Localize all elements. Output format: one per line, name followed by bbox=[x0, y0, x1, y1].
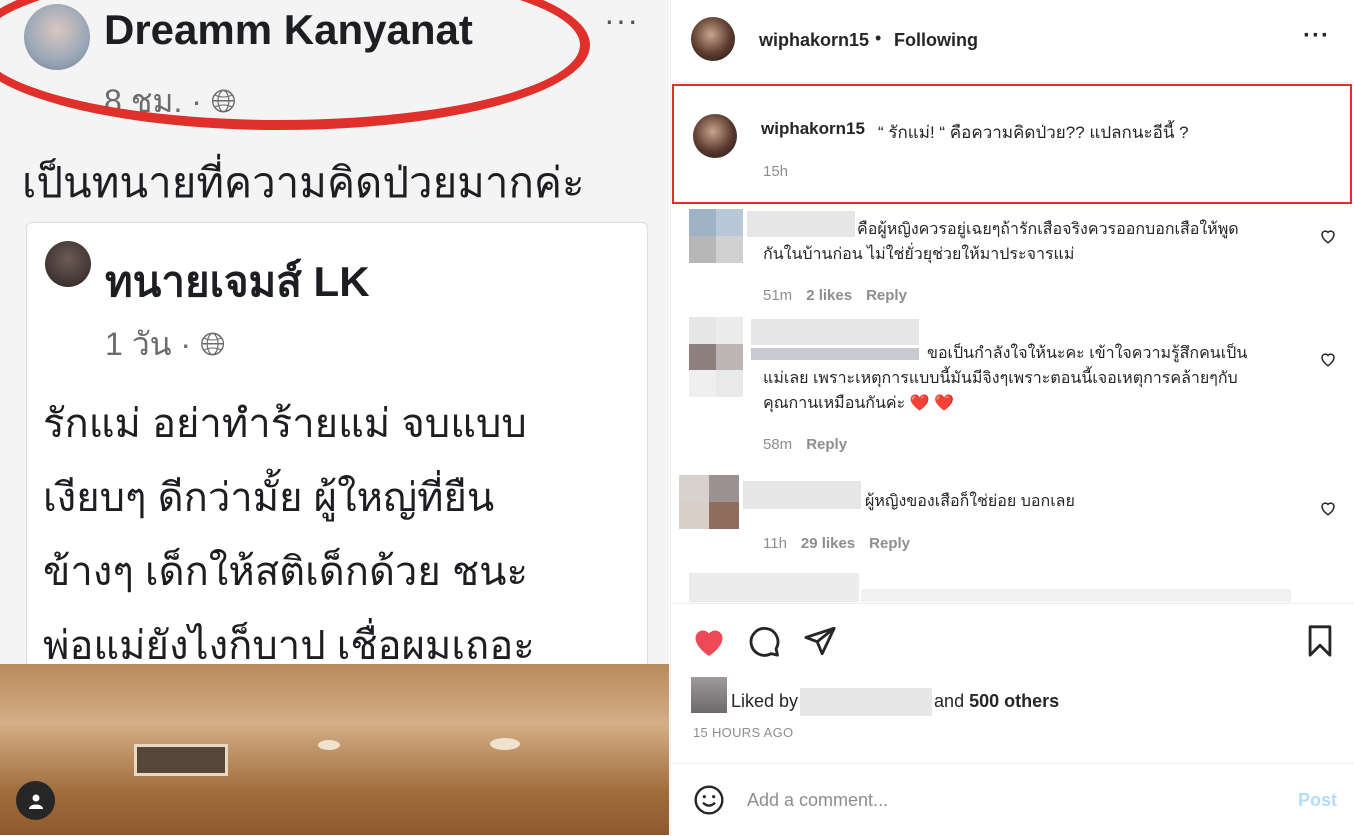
globe-icon: 🌐︎ bbox=[199, 326, 226, 362]
post-sidebar: wiphakorn15 • Following ··· wiphakorn15 … bbox=[670, 0, 1354, 835]
comment-time[interactable]: 11h bbox=[763, 535, 787, 552]
liked-by-summary: Liked by and 500 others bbox=[731, 688, 1059, 716]
caption-username[interactable]: wiphakorn15 bbox=[761, 119, 865, 139]
comment-avatar[interactable] bbox=[679, 475, 739, 529]
shared-author-avatar bbox=[45, 241, 91, 287]
emoji-icon[interactable] bbox=[693, 784, 725, 816]
post-button[interactable]: Post bbox=[1298, 790, 1337, 811]
blurred-username[interactable] bbox=[747, 211, 855, 237]
comment-avatar[interactable] bbox=[689, 317, 743, 397]
more-options-icon[interactable]: ··· bbox=[1303, 22, 1330, 50]
reply-button[interactable]: Reply bbox=[806, 436, 847, 453]
comment-meta: 51m 2 likes Reply bbox=[763, 287, 907, 304]
tagged-users-icon[interactable] bbox=[16, 781, 55, 820]
shared-post-text: รักแม่ อย่าทำร้ายแม่ จบแบบ เงียบๆ ดีกว่า… bbox=[43, 387, 633, 683]
comment-likes[interactable]: 29 likes bbox=[801, 535, 855, 552]
comment-line: ขอเป็นกำลังใจให้นะคะ เข้าใจความรู้สึกคนเ… bbox=[927, 345, 1248, 362]
blurred-username[interactable] bbox=[743, 481, 861, 509]
comment-meta: 11h 29 likes Reply bbox=[763, 535, 910, 552]
comment-likes[interactable]: 2 likes bbox=[806, 287, 852, 304]
comments-list[interactable]: คือผู้หญิงควรอยู่เฉยๆถ้ารักเสือจริงควรออ… bbox=[671, 205, 1354, 602]
blurred-username[interactable] bbox=[751, 319, 919, 345]
blurred-comment[interactable] bbox=[689, 573, 859, 602]
ceiling-vent bbox=[134, 744, 228, 776]
comment-text: ขอเป็นกำลังใจให้นะคะ เข้าใจความรู้สึกคนเ… bbox=[927, 341, 1247, 366]
post-timestamp[interactable]: 15 HOURS AGO bbox=[693, 725, 793, 740]
caption-time[interactable]: 15h bbox=[763, 163, 788, 180]
comment-avatar[interactable] bbox=[689, 209, 743, 263]
liked-others-link[interactable]: 500 others bbox=[969, 691, 1059, 711]
author-avatar[interactable] bbox=[691, 17, 735, 61]
following-button[interactable]: Following bbox=[894, 30, 978, 51]
shared-post-line: รักแม่ อย่าทำร้ายแม่ จบแบบ bbox=[43, 402, 527, 446]
blurred-liker-name[interactable] bbox=[800, 688, 933, 716]
comment-line: คุณกานเหมือนกันค่ะ ❤️ ❤️ bbox=[763, 395, 954, 412]
liked-by-label: Liked by bbox=[731, 690, 799, 711]
comment-input[interactable]: Add a comment... bbox=[747, 790, 888, 811]
blurred-username[interactable] bbox=[751, 348, 919, 360]
comment-line: แม่เลย เพราะเหตุการแบบนี้มันมีจิงๆเพราะต… bbox=[763, 370, 1238, 387]
ceiling-light bbox=[490, 738, 520, 750]
ceiling-photo bbox=[0, 664, 669, 835]
comment-text: คือผู้หญิงควรอยู่เฉยๆถ้ารักเสือจริงควรออ… bbox=[857, 217, 1239, 242]
add-comment-bar: Add a comment... Post bbox=[671, 763, 1354, 836]
post-actions: Liked by and 500 others 15 HOURS AGO bbox=[671, 603, 1354, 764]
shared-author-name: ทนายเจมส์ LK bbox=[105, 258, 370, 305]
like-heart-icon[interactable] bbox=[691, 624, 727, 658]
comment-text-cont: กันในบ้านก่อน ไม่ใช่ยั่วยุช่วยให้มาประจา… bbox=[763, 242, 1074, 267]
comment-like-heart-icon[interactable] bbox=[1319, 227, 1337, 245]
share-icon[interactable] bbox=[803, 624, 837, 658]
comment-like-heart-icon[interactable] bbox=[1319, 350, 1337, 368]
shared-post-card: ทนายเจมส์ LK 1 วัน · 🌐︎ รักแม่ อย่าทำร้า… bbox=[26, 222, 648, 684]
fb-post-text: เป็นทนายที่ความคิดป่วยมากค่ะ bbox=[22, 159, 585, 206]
comment-like-heart-icon[interactable] bbox=[1319, 499, 1337, 517]
liker-avatar[interactable] bbox=[691, 677, 727, 713]
post-image[interactable]: Dreamm Kanyanat ··· 8 ชม. · 🌐︎ เป็นทนายท… bbox=[0, 0, 669, 835]
comment-line: กันในบ้านก่อน ไม่ใช่ยั่วยุช่วยให้มาประจา… bbox=[763, 246, 1075, 263]
comment-time[interactable]: 51m bbox=[763, 287, 792, 304]
cut-off-comment-text bbox=[861, 589, 1291, 602]
fb-more-icon: ··· bbox=[604, 2, 639, 38]
shared-post-line: เงียบๆ ดีกว่ามั้ย ผู้ใหญ่ที่ยืน bbox=[43, 476, 495, 520]
caption-avatar[interactable] bbox=[693, 114, 737, 158]
comment-icon[interactable] bbox=[747, 624, 781, 658]
shared-post-time: 1 วัน · 🌐︎ bbox=[105, 326, 226, 362]
liked-and: and bbox=[934, 690, 965, 711]
comment-text: ผู้หญิงของเสือก็ใช่ย่อย บอกเลย bbox=[865, 489, 1075, 514]
reply-button[interactable]: Reply bbox=[866, 287, 907, 304]
ceiling-light bbox=[318, 740, 340, 750]
post-header: wiphakorn15 • Following ··· bbox=[671, 0, 1354, 83]
separator-dot: • bbox=[875, 28, 882, 48]
comment-line: คือผู้หญิงควรอยู่เฉยๆถ้ารักเสือจริงควรออ… bbox=[857, 221, 1239, 238]
highlight-oval bbox=[0, 0, 590, 130]
comment-meta: 58m Reply bbox=[763, 436, 847, 453]
shared-post-line: ข้างๆ เด็กให้สติเด็กด้วย ชนะ bbox=[43, 550, 528, 594]
caption-text: “ รักแม่! “ คือความคิดป่วย?? แปลกนะอีนี้… bbox=[878, 123, 1189, 142]
save-bookmark-icon[interactable] bbox=[1305, 624, 1335, 658]
comment-line: ผู้หญิงของเสือก็ใช่ย่อย บอกเลย bbox=[865, 493, 1075, 510]
comment-text-cont: แม่เลย เพราะเหตุการแบบนี้มันมีจิงๆเพราะต… bbox=[763, 366, 1238, 416]
reply-button[interactable]: Reply bbox=[869, 535, 910, 552]
comment-time[interactable]: 58m bbox=[763, 436, 792, 453]
author-username[interactable]: wiphakorn15 bbox=[759, 30, 869, 51]
